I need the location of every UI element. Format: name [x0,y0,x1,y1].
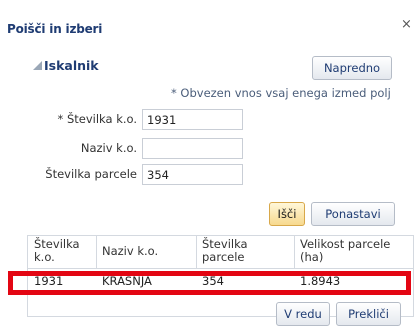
table-cell-stevilka-ko: 1931 [34,274,64,288]
column-divider [196,236,197,268]
advanced-search-button[interactable]: Napredno [312,56,392,80]
column-divider [294,236,295,268]
table-cell-velikost-parcele: 1.8943 [300,274,341,288]
table-row[interactable]: 1931 KRAŠNJA 354 1.8943 [28,272,413,292]
close-icon[interactable]: × [401,17,412,32]
search-button[interactable]: Išči [269,202,305,226]
column-header-stevilka-parcele[interactable]: Številka parcele [202,238,272,264]
column-divider [96,236,97,268]
search-select-dialog: Poišči in izberi × Iskalnik Napredno * O… [0,0,419,336]
stevilka-parcele-label: Številka parcele [45,167,137,181]
cancel-button[interactable]: Prekliči [336,302,401,326]
column-header-velikost-parcele[interactable]: Velikost parcele (ha) [300,238,410,264]
dialog-title: Poišči in izberi [7,22,103,36]
table-cell-naziv-ko: KRAŠNJA [102,274,152,288]
naziv-ko-input[interactable] [142,138,243,159]
ok-button[interactable]: V redu [276,302,330,326]
column-header-naziv-ko[interactable]: Naziv k.o. [102,245,192,258]
table-cell-stevilka-parcele: 354 [202,274,224,288]
stevilka-ko-label: * Številka k.o. [57,112,137,126]
stevilka-parcele-input[interactable] [142,164,243,185]
reset-button[interactable]: Ponastavi [311,202,395,226]
collapse-triangle-icon[interactable] [33,61,42,70]
required-hint: * Obvezen vnos vsaj enega izmed polj [171,86,391,100]
section-title-search: Iskalnik [44,58,99,73]
naziv-ko-label: Naziv k.o. [80,141,137,155]
table-header: Številka k.o. Naziv k.o. Številka parcel… [28,236,413,269]
stevilka-ko-input[interactable] [142,109,243,130]
column-header-stevilka-ko[interactable]: Številka k.o. [34,238,96,264]
